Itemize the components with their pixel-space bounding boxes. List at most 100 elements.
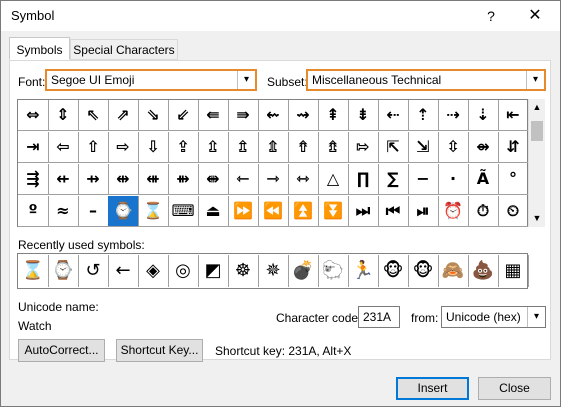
tab-symbols[interactable]: Symbols <box>9 37 70 60</box>
symbol-cell[interactable]: ⌚ <box>108 196 139 227</box>
scroll-up-icon[interactable]: ▲ <box>529 99 545 116</box>
symbol-cell[interactable]: − <box>408 164 439 195</box>
symbol-cell[interactable]: ⏪ <box>258 196 289 227</box>
symbol-cell[interactable]: ⇴ <box>468 132 499 163</box>
font-dropdown[interactable]: Segoe UI Emoji ▾ <box>45 69 257 91</box>
symbol-cell[interactable]: ⇰ <box>348 132 379 163</box>
symbol-cell[interactable]: △ <box>318 164 349 195</box>
symbol-cell[interactable]: ⇯ <box>318 132 349 163</box>
recent-symbol-cell[interactable]: 💣 <box>288 255 319 287</box>
symbol-cell[interactable]: ∏ <box>348 164 379 195</box>
symbol-cell[interactable]: ⏫ <box>288 196 319 227</box>
grid-scrollbar[interactable]: ▲ ▼ <box>528 99 545 227</box>
symbol-cell[interactable]: ⇚ <box>198 100 229 131</box>
recent-symbol-cell[interactable]: ✵ <box>258 255 289 287</box>
symbol-cell[interactable]: ⇫ <box>198 132 229 163</box>
recent-symbol-cell[interactable]: 💩 <box>468 255 499 287</box>
recent-symbol-cell[interactable]: ◈ <box>138 255 169 287</box>
symbol-cell[interactable]: ⇙ <box>168 100 199 131</box>
symbol-cell[interactable]: ⇘ <box>138 100 169 131</box>
recent-symbol-cell[interactable]: ◩ <box>198 255 229 287</box>
char-code-input[interactable]: 231A <box>358 306 400 328</box>
symbol-cell[interactable]: ⇹ <box>108 164 139 195</box>
symbol-cell[interactable]: ⇛ <box>228 100 259 131</box>
chevron-down-icon[interactable]: ▾ <box>237 71 255 89</box>
close-icon[interactable]: ✕ <box>517 3 553 29</box>
recent-symbol-cell[interactable]: ← <box>108 255 139 287</box>
symbol-cell[interactable]: ⏮ <box>378 196 409 227</box>
symbol-cell[interactable]: ⇕ <box>48 100 79 131</box>
insert-button[interactable]: Insert <box>396 377 469 400</box>
symbol-cell[interactable]: ⇥ <box>18 132 49 163</box>
chevron-down-icon[interactable]: ▾ <box>527 307 545 327</box>
symbol-cell[interactable]: ⇲ <box>408 132 439 163</box>
tab-special-characters[interactable]: Special Characters <box>70 39 178 60</box>
symbol-cell[interactable]: ⇬ <box>228 132 259 163</box>
symbol-cell[interactable]: ⇻ <box>168 164 199 195</box>
recent-symbol-cell[interactable]: ⌛ <box>18 255 49 287</box>
symbol-cell[interactable]: – <box>78 196 109 227</box>
symbol-cell[interactable]: ⇽ <box>228 164 259 195</box>
symbol-grid[interactable]: ⇔ ⇕ ⇖ ⇗ ⇘ ⇙ ⇚ ⇛ ⇜ ⇝ ⇞ ⇟ ⇠ ⇡ ⇢ ⇣ ⇤ ⇥ ⇦ ⇧ ⇨ ⇩ ⇪ ⇫ ⇬ ⇭ ⇮ ⇯ ⇰ ⇱ ⇲ ⇳ ⇴ ⇵ ⇶ ⇷ ⇸ ⇹ ⇺ ⇻… <box>17 99 529 227</box>
symbol-cell[interactable]: ⇼ <box>198 164 229 195</box>
symbol-cell[interactable]: ⇝ <box>288 100 319 131</box>
symbol-cell[interactable]: ° <box>498 164 529 195</box>
symbol-cell[interactable]: ⇮ <box>288 132 319 163</box>
symbol-cell[interactable]: Ã <box>468 164 499 195</box>
symbol-cell[interactable]: ⌛ <box>138 196 169 227</box>
symbol-cell[interactable]: ⇭ <box>258 132 289 163</box>
symbol-cell[interactable]: ⇠ <box>378 100 409 131</box>
symbol-cell[interactable]: ⏏ <box>198 196 229 227</box>
symbol-cell[interactable]: º <box>18 196 49 227</box>
symbol-cell[interactable]: ⏯ <box>408 196 439 227</box>
symbol-cell[interactable]: ⏭ <box>348 196 379 227</box>
recent-symbols[interactable]: ⌛ ⌚ ↺ ← ◈ ◎ ◩ ☸ ✵ 💣 🐑 🏃 🐵 🐵 🙈 💩 ▦ <box>17 253 529 289</box>
symbol-cell[interactable]: ⇾ <box>258 164 289 195</box>
symbol-cell[interactable]: ⇢ <box>438 100 469 131</box>
symbol-cell[interactable]: ⇶ <box>18 164 49 195</box>
recent-symbol-cell[interactable]: 🙈 <box>438 255 469 287</box>
shortcut-key-button[interactable]: Shortcut Key... <box>116 339 203 362</box>
symbol-cell[interactable]: ⇳ <box>438 132 469 163</box>
symbol-cell[interactable]: ⇧ <box>78 132 109 163</box>
symbol-cell[interactable]: ⏰ <box>438 196 469 227</box>
symbol-cell[interactable]: ⇤ <box>498 100 529 131</box>
symbol-cell[interactable]: ⇗ <box>108 100 139 131</box>
symbol-cell[interactable]: ⇟ <box>348 100 379 131</box>
subset-dropdown[interactable]: Miscellaneous Technical ▾ <box>306 69 546 91</box>
symbol-cell[interactable]: ⌨ <box>168 196 199 227</box>
symbol-cell[interactable]: ⏩ <box>228 196 259 227</box>
close-button[interactable]: Close <box>478 377 551 400</box>
symbol-cell[interactable]: ⇦ <box>48 132 79 163</box>
symbol-cell[interactable]: ⇡ <box>408 100 439 131</box>
autocorrect-button[interactable]: AutoCorrect... <box>18 339 105 362</box>
recent-symbol-cell[interactable]: ⌚ <box>48 255 79 287</box>
symbol-cell[interactable]: ⇔ <box>18 100 49 131</box>
scroll-down-icon[interactable]: ▼ <box>529 210 545 227</box>
recent-symbol-cell[interactable]: ◎ <box>168 255 199 287</box>
recent-symbol-cell[interactable]: 🏃 <box>348 255 379 287</box>
symbol-cell[interactable]: ≈ <box>48 196 79 227</box>
symbol-cell[interactable]: ⇞ <box>318 100 349 131</box>
recent-symbol-cell[interactable]: 🐵 <box>378 255 409 287</box>
symbol-cell[interactable]: ⇩ <box>138 132 169 163</box>
symbol-cell[interactable]: ⇿ <box>288 164 319 195</box>
recent-symbol-cell[interactable]: ↺ <box>78 255 109 287</box>
scroll-thumb[interactable] <box>531 121 543 141</box>
symbol-cell[interactable]: ⇣ <box>468 100 499 131</box>
recent-symbol-cell[interactable]: 🐑 <box>318 255 349 287</box>
symbol-cell[interactable]: ⇵ <box>498 132 529 163</box>
symbol-cell[interactable]: ⇪ <box>168 132 199 163</box>
symbol-cell[interactable]: ⏱ <box>468 196 499 227</box>
symbol-cell[interactable]: · <box>438 164 469 195</box>
symbol-cell[interactable]: ∑ <box>378 164 409 195</box>
recent-symbol-cell[interactable]: 🐵 <box>408 255 439 287</box>
chevron-down-icon[interactable]: ▾ <box>526 71 544 89</box>
symbol-cell[interactable]: ⇨ <box>108 132 139 163</box>
recent-symbol-cell[interactable]: ▦ <box>498 255 529 287</box>
symbol-cell[interactable]: ⇸ <box>78 164 109 195</box>
symbol-cell[interactable]: ⇖ <box>78 100 109 131</box>
symbol-cell[interactable]: ⏲ <box>498 196 529 227</box>
help-icon[interactable]: ? <box>481 6 501 26</box>
symbol-cell[interactable]: ⏬ <box>318 196 349 227</box>
